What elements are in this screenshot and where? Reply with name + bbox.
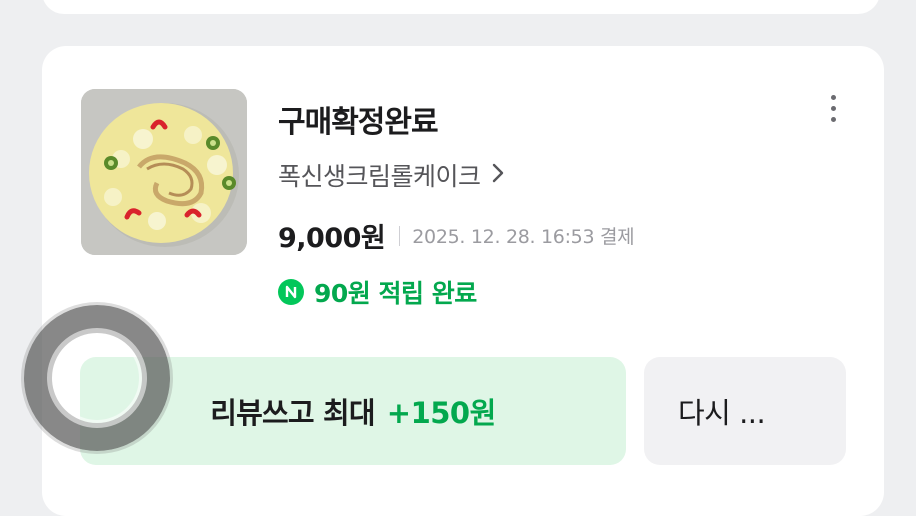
order-status: 구매확정완료 [278, 105, 439, 140]
review-reward-amount: +150원 [386, 396, 497, 430]
rebuy-button[interactable]: 다시 ... [644, 357, 846, 465]
product-link[interactable]: 폭신생크림롤케이크 [278, 157, 505, 193]
product-name: 폭신생크림롤케이크 [278, 162, 481, 191]
reward-row: 90원 적립 완료 [278, 274, 477, 310]
divider [399, 225, 401, 246]
previous-order-card [42, 0, 880, 14]
order-price: 9,000원 [278, 223, 386, 254]
more-options-icon[interactable] [818, 88, 848, 128]
review-button-label: 리뷰쓰고 최대 [210, 396, 375, 430]
cake-image [81, 89, 247, 255]
product-thumbnail[interactable] [81, 89, 247, 255]
price-row: 9,000원 2025. 12. 28. 16:53 결제 [278, 216, 635, 255]
npay-icon [278, 279, 304, 305]
reward-text: 90원 적립 완료 [314, 279, 477, 308]
touch-indicator [24, 305, 170, 451]
chevron-right-icon [491, 161, 505, 190]
payment-timestamp: 2025. 12. 28. 16:53 결제 [412, 226, 635, 248]
